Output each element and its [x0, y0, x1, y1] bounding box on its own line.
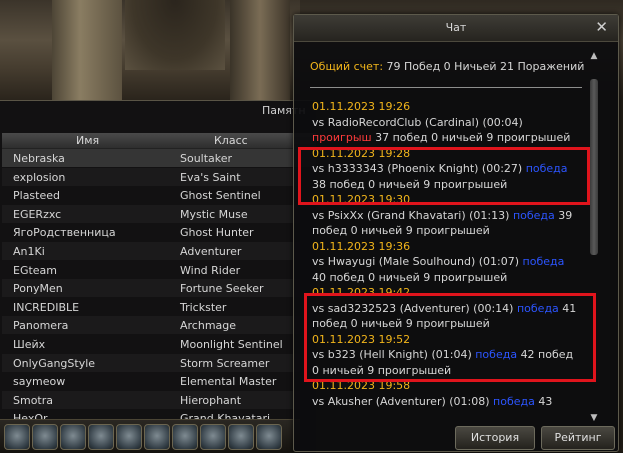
match-line: vs Hwayugi (Male Soulhound) (01:07) побе…	[312, 254, 580, 285]
scroll-up-arrow-icon[interactable]: ▲	[588, 51, 600, 63]
match-result: победа	[493, 394, 535, 408]
match-opponent: vs RadioRecordClub (Cardinal) (00:04)	[312, 115, 523, 129]
table-row[interactable]: PonyMen Fortune Seeker	[2, 279, 316, 298]
player-name: INCREDIBLE	[13, 300, 80, 314]
skill-slot[interactable]	[256, 424, 282, 450]
player-name: EGteam	[13, 263, 58, 277]
player-name: Nebraska	[13, 152, 65, 165]
match-opponent: vs Hwayugi (Male Soulhound) (01:07)	[312, 255, 520, 268]
highlight-box	[304, 293, 596, 382]
skill-slot[interactable]	[4, 424, 30, 450]
player-class: Adventurer	[180, 245, 242, 258]
match-entry: 01.11.2023 19:26 vs RadioRecordClub (Card…	[312, 99, 580, 146]
player-class: Wind Rider	[180, 263, 241, 277]
table-row[interactable]: Panomera Archmage	[2, 316, 316, 335]
chat-window: Чат ✕ Общий счет: 79 Побед 0 Ничьей 21 П…	[293, 14, 619, 452]
divider	[310, 87, 582, 88]
match-opponent: vs PsixXx (Grand Khavatari) (01:13)	[312, 208, 510, 222]
skill-slot[interactable]	[200, 424, 226, 450]
match-stats: 40 побед 0 ничьей 9 проигрышей	[312, 270, 508, 284]
skill-slot[interactable]	[172, 424, 198, 450]
player-name: Plasteed	[13, 189, 60, 203]
total-score-value: 79 Побед 0 Ничьей 21 Поражений	[386, 60, 585, 73]
total-score: Общий счет: 79 Побед 0 Ничьей 21 Поражен…	[310, 60, 584, 73]
skill-slot[interactable]	[60, 424, 86, 450]
table-row[interactable]: OnlyGangStyle Storm Screamer	[2, 353, 316, 372]
player-name: Шейх	[13, 338, 46, 351]
stone-pillar	[230, 0, 290, 100]
match-result: победа	[512, 208, 555, 222]
player-class: Mystic Muse	[180, 207, 248, 221]
player-class: Fortune Seeker	[180, 282, 264, 296]
table-row[interactable]: EGERzxc Mystic Muse	[2, 204, 316, 223]
history-button[interactable]: История	[455, 426, 535, 450]
player-name: An1Ki	[13, 245, 45, 258]
highlight-box	[298, 147, 590, 205]
close-icon[interactable]: ✕	[595, 18, 608, 36]
match-line: vs RadioRecordClub (Cardinal) (00:04) пр…	[312, 115, 580, 146]
player-class: Storm Screamer	[180, 356, 270, 370]
stone-pillar	[52, 0, 122, 100]
player-name: PonyMen	[13, 282, 63, 296]
player-name: Panomera	[13, 319, 69, 333]
match-result: победа	[522, 255, 565, 268]
player-name: explosion	[13, 170, 66, 184]
player-class: Soultaker	[180, 152, 233, 165]
player-class: Trickster	[180, 300, 227, 314]
ranking-table-header: Имя Класс	[2, 133, 316, 149]
chat-titlebar[interactable]: Чат ✕	[294, 15, 618, 42]
table-row[interactable]: ЯгоРодственница Ghost Hunter	[2, 223, 316, 241]
player-name: saymeow	[13, 375, 66, 389]
match-entry: 01.11.2023 19:58 vs Akusher (Adventurer) …	[312, 378, 580, 411]
skill-slot[interactable]	[32, 424, 58, 450]
match-line: vs PsixXx (Grand Khavatari) (01:13) побе…	[312, 208, 580, 239]
chat-title: Чат	[445, 21, 467, 34]
table-row[interactable]: Шейх Moonlight Sentinel	[2, 335, 316, 353]
rating-button[interactable]: Рейтинг	[541, 426, 615, 450]
table-row[interactable]: saymeow Elemental Master	[2, 372, 316, 390]
player-name: EGERzxc	[13, 207, 62, 221]
match-timestamp: 01.11.2023 19:26	[312, 100, 411, 113]
player-class: Ghost Sentinel	[180, 189, 261, 203]
total-score-label: Общий счет:	[310, 60, 384, 73]
match-line: vs Akusher (Adventurer) (01:08) победа 4…	[312, 394, 580, 412]
player-class: Archmage	[180, 319, 237, 333]
skill-slot[interactable]	[228, 424, 254, 450]
scroll-down-arrow-icon[interactable]: ▼	[588, 413, 600, 425]
table-row[interactable]: EGteam Wind Rider	[2, 261, 316, 279]
table-row[interactable]: INCREDIBLE Trickster	[2, 298, 316, 316]
skill-hotbar	[0, 419, 300, 453]
table-row[interactable]: explosion Eva's Saint	[2, 167, 316, 186]
player-name: ЯгоРодственница	[13, 226, 116, 240]
player-class: Hierophant	[180, 393, 242, 407]
skill-slot[interactable]	[88, 424, 114, 450]
player-class: Moonlight Sentinel	[180, 338, 283, 351]
table-row[interactable]: Plasteed Ghost Sentinel	[2, 186, 316, 204]
match-timestamp: 01.11.2023 19:36	[312, 239, 411, 253]
scrollbar-thumb[interactable]	[590, 79, 598, 255]
player-class: Eva's Saint	[180, 170, 241, 184]
table-row[interactable]: Nebraska Soultaker	[2, 149, 316, 167]
table-row[interactable]: An1Ki Adventurer	[2, 242, 316, 260]
player-class: Ghost Hunter	[180, 226, 254, 240]
player-name: Smotra	[13, 393, 54, 407]
player-name: OnlyGangStyle	[13, 356, 96, 370]
match-entry: 01.11.2023 19:36 vs Hwayugi (Male Soulhou…	[312, 239, 580, 286]
column-header-name[interactable]: Имя	[76, 134, 99, 147]
column-header-class[interactable]: Класс	[214, 134, 248, 147]
match-stats: 37 побед 0 ничьей 9 проигрышей	[375, 131, 571, 144]
match-result: проигрыш	[312, 131, 372, 144]
stone-arch	[125, 0, 225, 70]
skill-slot[interactable]	[116, 424, 142, 450]
player-class: Elemental Master	[180, 375, 277, 389]
skill-slot[interactable]	[144, 424, 170, 450]
match-opponent: vs Akusher (Adventurer) (01:08)	[312, 394, 490, 408]
table-row[interactable]: Smotra Hierophant	[2, 390, 316, 409]
